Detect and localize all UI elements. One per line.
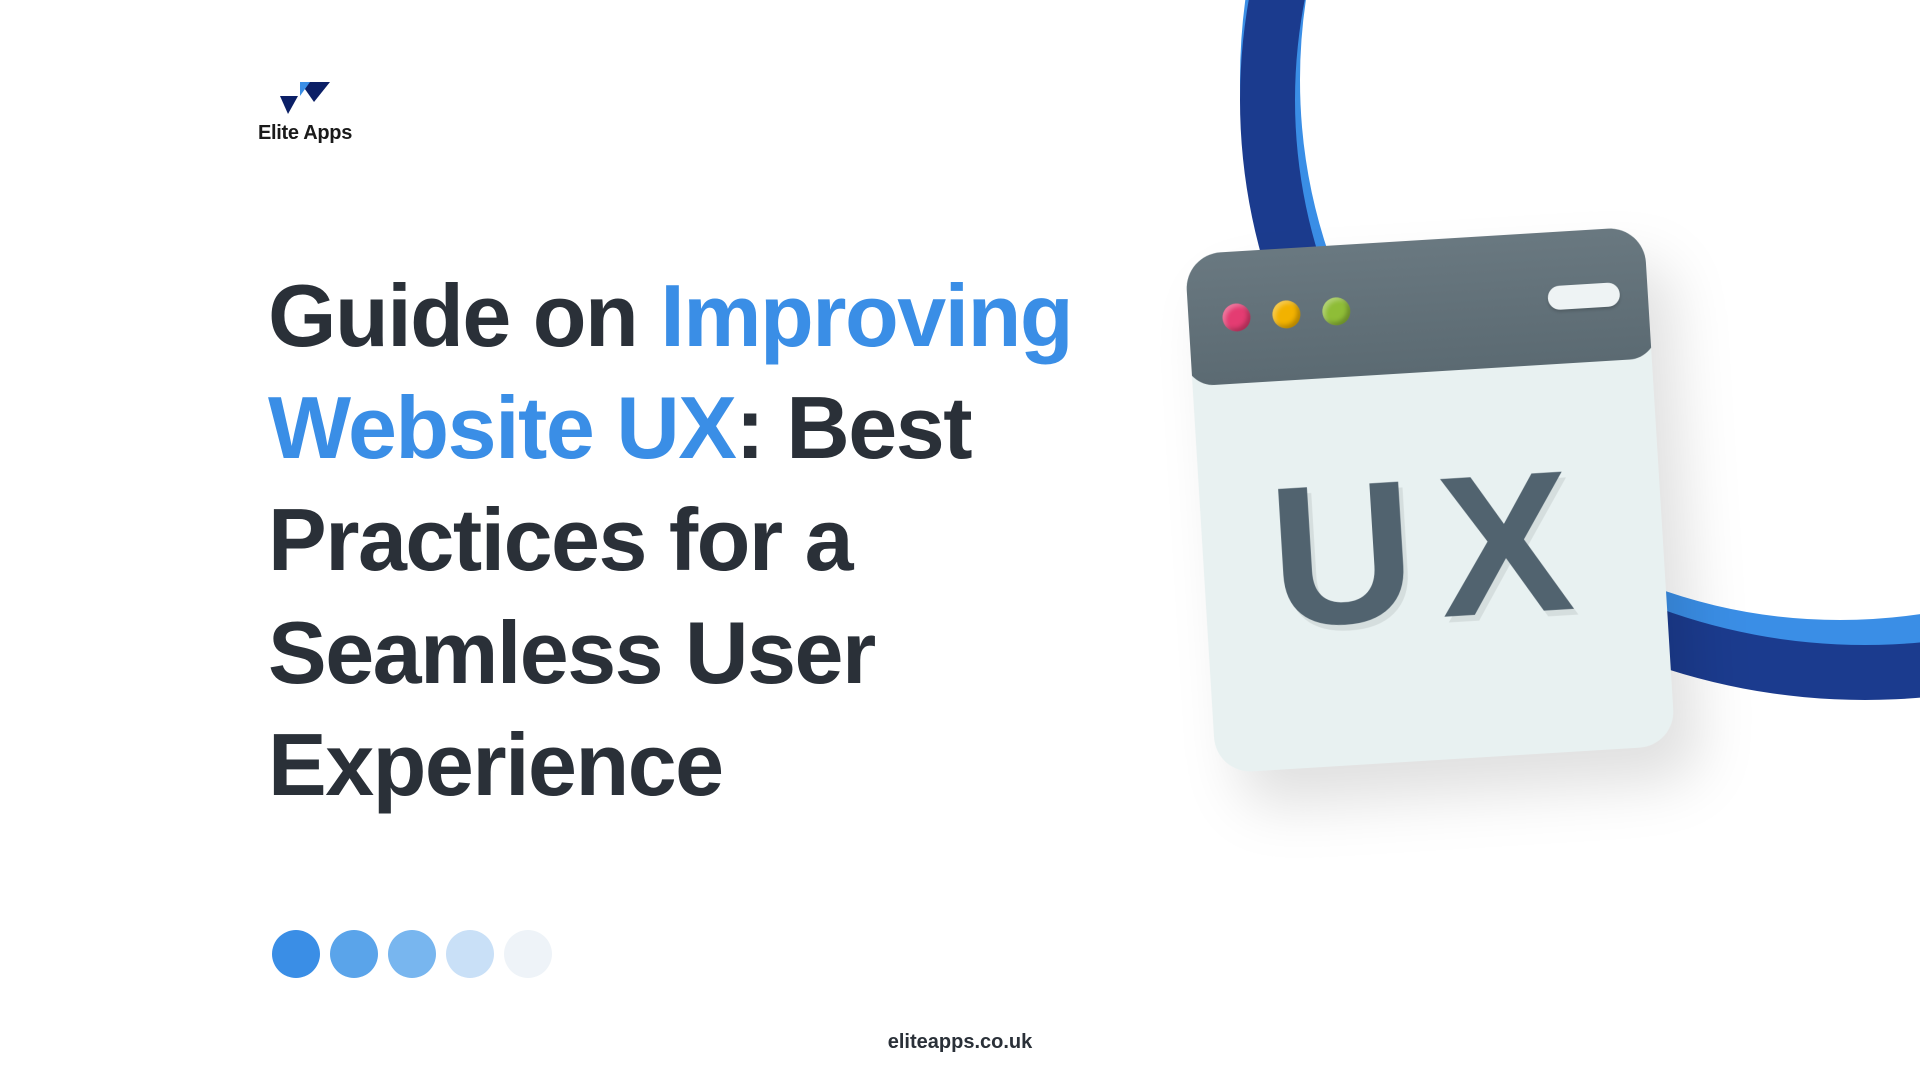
dot-3 [388,930,436,978]
mock-window-controls [1222,297,1351,333]
maximize-icon [1321,297,1351,327]
dot-1 [272,930,320,978]
mock-browser-titlebar [1185,226,1658,386]
title-prefix: Guide on [268,266,660,365]
dot-2 [330,930,378,978]
brand-logo: Elite Apps [258,80,352,145]
brand-logo-text: Elite Apps [258,122,352,145]
dot-5 [504,930,552,978]
pagination-dots [272,930,552,978]
mock-browser-window: UX [1185,226,1676,773]
dot-4 [446,930,494,978]
close-icon [1222,303,1252,333]
mock-toolbar-pill [1547,282,1620,310]
ux-letters: UX [1263,425,1602,674]
ux-window-illustration: UX [1185,226,1676,773]
page-title: Guide on Improving Website UX: Best Prac… [268,260,1138,821]
brand-logo-mark [278,80,332,116]
footer-url: eliteapps.co.uk [888,1031,1033,1054]
minimize-icon [1272,300,1302,330]
